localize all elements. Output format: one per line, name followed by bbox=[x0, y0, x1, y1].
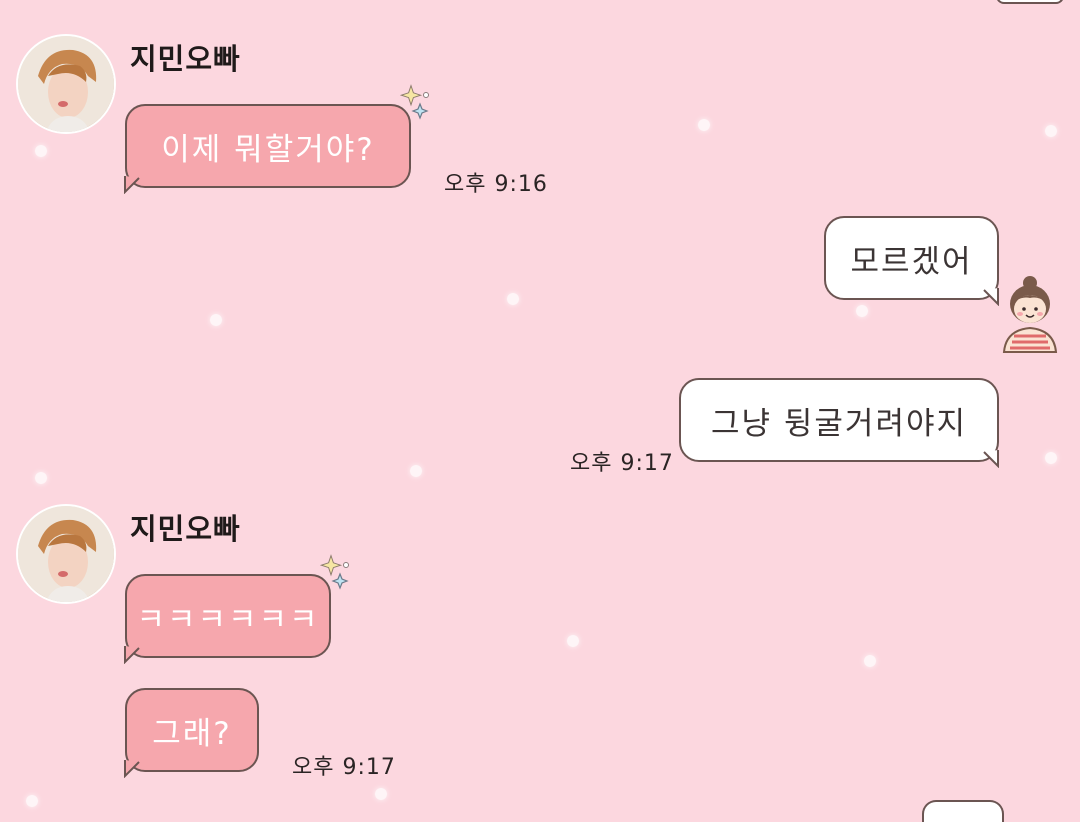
snow-dot bbox=[26, 795, 38, 807]
message-time: 오후 9:17 bbox=[570, 451, 674, 476]
snow-dot bbox=[856, 305, 868, 317]
bubble-tail bbox=[124, 760, 140, 778]
sparkle-icon bbox=[320, 554, 349, 590]
snow-dot bbox=[864, 655, 876, 667]
message-text: 그냥 뒹굴거려야지 bbox=[710, 405, 967, 442]
message-bubble-outgoing[interactable]: 그냥 뒹굴거려야지 bbox=[679, 378, 999, 462]
sparkle-icon bbox=[400, 84, 429, 120]
partial-bubble-top bbox=[996, 0, 1064, 4]
bubble-tail bbox=[124, 646, 140, 664]
sender-name: 지민오빠 bbox=[130, 42, 241, 76]
snow-dot bbox=[567, 635, 579, 647]
snow-dot bbox=[507, 293, 519, 305]
snow-dot bbox=[210, 314, 222, 326]
sender-name: 지민오빠 bbox=[130, 512, 241, 546]
message-bubble-outgoing[interactable]: 모르겠어 bbox=[824, 216, 999, 300]
message-bubble-incoming[interactable]: 그래? bbox=[125, 688, 259, 772]
message-text: ㅋㅋㅋㅋㅋㅋ bbox=[136, 601, 320, 638]
message-time: 오후 9:17 bbox=[292, 755, 396, 780]
partial-bubble-bottom bbox=[922, 800, 1004, 822]
message-text: 모르겠어 bbox=[850, 243, 973, 280]
message-bubble-incoming[interactable]: 이제 뭐할거야? bbox=[125, 104, 411, 188]
bubble-tail bbox=[124, 176, 140, 194]
message-text: 그래? bbox=[152, 715, 232, 752]
message-text: 이제 뭐할거야? bbox=[161, 131, 375, 168]
message-bubble-incoming[interactable]: ㅋㅋㅋㅋㅋㅋ bbox=[125, 574, 331, 658]
snow-dot bbox=[375, 788, 387, 800]
bubble-tail bbox=[983, 450, 999, 468]
message-time: 오후 9:16 bbox=[444, 172, 548, 197]
contact-avatar[interactable] bbox=[16, 504, 116, 604]
snow-dot bbox=[1045, 125, 1057, 137]
snow-dot bbox=[35, 145, 47, 157]
snow-dot bbox=[35, 472, 47, 484]
snow-dot bbox=[698, 119, 710, 131]
snow-dot bbox=[410, 465, 422, 477]
girl-sticker-icon[interactable] bbox=[998, 274, 1062, 354]
snow-dot bbox=[1045, 452, 1057, 464]
contact-avatar[interactable] bbox=[16, 34, 116, 134]
